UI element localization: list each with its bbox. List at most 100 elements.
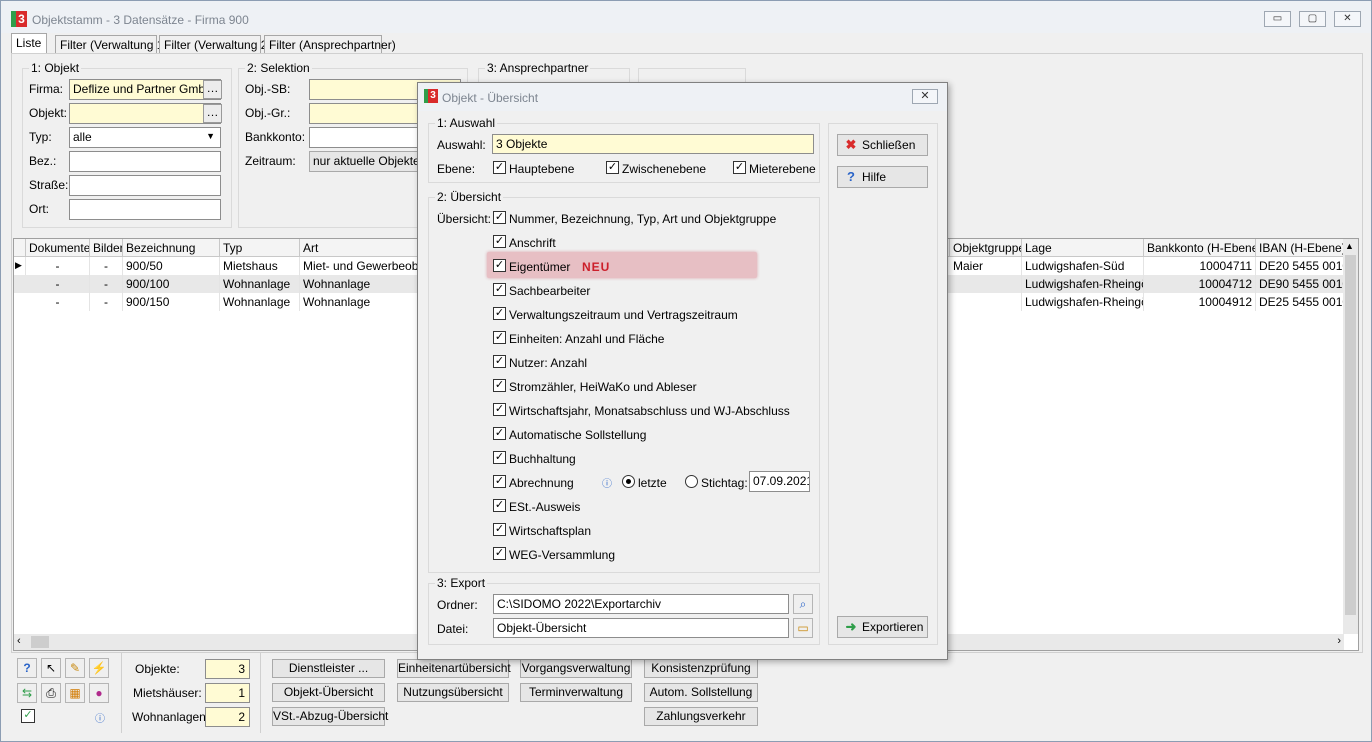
refresh-icon[interactable]: ⇆ bbox=[17, 683, 37, 703]
item-label: Sachbearbeiter bbox=[509, 284, 591, 298]
exportieren-label: Exportieren bbox=[862, 620, 924, 634]
select-checkbox[interactable]: ✓ bbox=[21, 709, 35, 723]
ordner-input[interactable]: C:\SIDOMO 2022\Exportarchiv bbox=[493, 594, 789, 614]
col-header-bankkonto[interactable]: Bankkonto (H-Ebene) bbox=[1144, 239, 1256, 257]
item-checkbox[interactable]: ✓ bbox=[493, 427, 506, 440]
cursor-icon[interactable]: ↖ bbox=[41, 658, 61, 678]
item-checkbox[interactable]: ✓ bbox=[493, 331, 506, 344]
schliessen-button[interactable]: ✖ Schließen bbox=[837, 134, 928, 156]
einheitenart-button[interactable]: Einheitenartübersicht bbox=[397, 659, 511, 678]
col-header-objektgruppe[interactable]: Objektgruppe bbox=[950, 239, 1022, 257]
chevron-right-icon[interactable]: › bbox=[1337, 635, 1341, 647]
item-checkbox[interactable]: ✓ bbox=[493, 451, 506, 464]
vertical-scrollbar[interactable]: ▲ bbox=[1343, 239, 1358, 634]
people-icon[interactable]: ● bbox=[89, 683, 109, 703]
printer-icon[interactable]: ⎙ bbox=[41, 683, 61, 703]
item-checkbox[interactable]: ✓ bbox=[493, 523, 506, 536]
title-bar: 3 Objektstamm - 3 Datensätze - Firma 900… bbox=[1, 1, 1371, 33]
cell-dokumente: - bbox=[26, 275, 90, 293]
item-checkbox[interactable]: ✓ bbox=[493, 283, 506, 296]
mieterebene-label: Mieterebene bbox=[749, 162, 816, 176]
item-checkbox[interactable]: ✓ bbox=[493, 259, 506, 272]
item-checkbox[interactable]: ✓ bbox=[493, 547, 506, 560]
col-header-bezeichnung[interactable]: Bezeichnung bbox=[123, 239, 220, 257]
mieterebene-checkbox[interactable]: ✓ bbox=[733, 161, 746, 174]
cell-lage: Ludwigshafen-Rheingönl bbox=[1022, 275, 1144, 293]
pencil-icon[interactable]: ✎ bbox=[65, 658, 85, 678]
info-icon[interactable]: ⓘ bbox=[95, 710, 105, 725]
hilfe-button[interactable]: ? Hilfe bbox=[837, 166, 928, 188]
vertical-scroll-thumb[interactable] bbox=[1345, 255, 1356, 615]
ordner-label: Ordner: bbox=[437, 598, 478, 612]
item-checkbox[interactable]: ✓ bbox=[493, 499, 506, 512]
info-icon[interactable]: ⓘ bbox=[602, 475, 612, 490]
col-header-typ[interactable]: Typ bbox=[220, 239, 300, 257]
stichtag-radio[interactable] bbox=[685, 475, 698, 488]
firma-lookup-button[interactable]: … bbox=[203, 80, 222, 99]
item-checkbox[interactable]: ✓ bbox=[493, 307, 506, 320]
exportieren-button[interactable]: ➜ Exportieren bbox=[837, 616, 928, 638]
vst-abzug-button[interactable]: VSt.-Abzug-Übersicht bbox=[272, 707, 388, 726]
tab-liste[interactable]: Liste bbox=[11, 33, 47, 54]
maximize-button[interactable]: ▢ bbox=[1299, 11, 1326, 27]
chevron-left-icon[interactable]: ‹ bbox=[17, 635, 21, 647]
dialog-close-button[interactable]: ✕ bbox=[912, 89, 938, 104]
col-header-iban[interactable]: IBAN (H-Ebene) bbox=[1256, 239, 1344, 257]
col-header-bilder[interactable]: Bilder bbox=[90, 239, 123, 257]
stichtag-input[interactable]: 07.09.2021 bbox=[749, 471, 810, 492]
horizontal-scroll-thumb[interactable] bbox=[31, 636, 49, 648]
item-label: Buchhaltung bbox=[509, 452, 576, 466]
item-checkbox[interactable]: ✓ bbox=[493, 403, 506, 416]
bez-input[interactable] bbox=[69, 151, 221, 172]
objekt-uebersicht-button[interactable]: Objekt-Übersicht bbox=[272, 683, 385, 702]
autom-sollstellung-button[interactable]: Autom. Sollstellung bbox=[644, 683, 758, 702]
item-checkbox[interactable]: ✓ bbox=[493, 379, 506, 392]
binoculars-icon[interactable]: ⌕ bbox=[793, 594, 813, 614]
cell-dokumente: - bbox=[26, 293, 90, 311]
close-button[interactable]: ✕ bbox=[1334, 11, 1361, 27]
tab-filter-ansprechpartner[interactable]: Filter (Ansprechpartner) bbox=[264, 35, 396, 53]
typ-select[interactable]: alle ▼ bbox=[69, 127, 221, 148]
item-checkbox[interactable]: ✓ bbox=[493, 211, 506, 224]
datei-input[interactable]: Objekt-Übersicht bbox=[493, 618, 789, 638]
col-header-dokumente[interactable]: Dokumente bbox=[26, 239, 90, 257]
item-checkbox[interactable]: ✓ bbox=[493, 475, 506, 488]
cell-objektgruppe bbox=[950, 293, 1022, 311]
zahlungsverkehr-button[interactable]: Zahlungsverkehr bbox=[644, 707, 758, 726]
chevron-up-icon[interactable]: ▲ bbox=[1345, 241, 1354, 251]
mietshaeuser-count-label: Mietshäuser: bbox=[133, 686, 202, 700]
tab-filter-verwaltung-1[interactable]: Filter (Verwaltung 1) bbox=[55, 35, 167, 53]
lightning-icon[interactable]: ⚡ bbox=[89, 658, 109, 678]
help-icon[interactable]: ? bbox=[17, 658, 37, 678]
letzte-radio[interactable] bbox=[622, 475, 635, 488]
current-row-arrow-icon: ▶ bbox=[14, 257, 26, 275]
konsistenzpruefung-button[interactable]: Konsistenzprüfung bbox=[644, 659, 758, 678]
hauptebene-checkbox[interactable]: ✓ bbox=[493, 161, 506, 174]
cell-lage: Ludwigshafen-Süd bbox=[1022, 257, 1144, 275]
vorgangsverwaltung-button[interactable]: Vorgangsverwaltung bbox=[520, 659, 632, 678]
bez-label: Bez.: bbox=[29, 154, 57, 168]
firma-input[interactable]: Deflize und Partner GmbH bbox=[69, 79, 221, 100]
grid-color-icon[interactable]: ▦ bbox=[65, 683, 85, 703]
objekt-lookup-button[interactable]: … bbox=[203, 104, 222, 123]
auswahl-input[interactable]: 3 Objekte bbox=[492, 134, 814, 154]
dienstleister-button[interactable]: Dienstleister ... bbox=[272, 659, 385, 678]
minimize-button[interactable]: ▭ bbox=[1264, 11, 1291, 27]
col-header-lage[interactable]: Lage bbox=[1022, 239, 1144, 257]
tab-filter-verwaltung-2[interactable]: Filter (Verwaltung 2) bbox=[159, 35, 271, 53]
objekt-input[interactable] bbox=[69, 103, 221, 124]
export-group-title: 3: Export bbox=[435, 576, 488, 590]
zwischenebene-checkbox[interactable]: ✓ bbox=[606, 161, 619, 174]
ort-input[interactable] bbox=[69, 199, 221, 220]
export-group: 3: Export Ordner: C:\SIDOMO 2022\Exporta… bbox=[428, 576, 820, 645]
app-logo-icon: 3 bbox=[424, 89, 438, 103]
folder-icon[interactable]: ▭ bbox=[793, 618, 813, 638]
cell-iban: DE90 5455 0010 bbox=[1256, 275, 1344, 293]
item-checkbox[interactable]: ✓ bbox=[493, 355, 506, 368]
item-checkbox[interactable]: ✓ bbox=[493, 235, 506, 248]
terminverwaltung-button[interactable]: Terminverwaltung bbox=[520, 683, 632, 702]
strasse-input[interactable] bbox=[69, 175, 221, 196]
nutzungsuebersicht-button[interactable]: Nutzungsübersicht bbox=[397, 683, 509, 702]
item-label: ESt.-Ausweis bbox=[509, 500, 581, 514]
zwischenebene-label: Zwischenebene bbox=[622, 162, 707, 176]
